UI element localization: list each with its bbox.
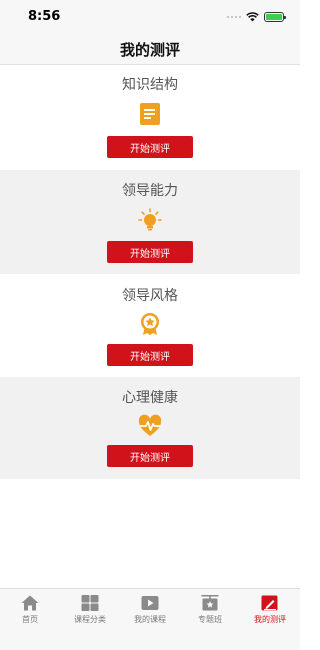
wifi-icon [246,12,259,22]
start-evaluation-button-leadership-style[interactable]: 开始测评 [107,344,193,366]
section-title: 心理健康 [122,390,178,406]
status-icons [227,11,286,23]
section-leadership-ability: 领导能力 开始测评 [0,170,300,274]
page-title: 我的测评 [119,41,180,59]
tab-my-courses[interactable]: 我的课程 [120,595,180,625]
tab-my-evaluation[interactable]: 我的测评 [240,595,300,625]
tab-label: 首页 [22,615,38,624]
signal-icon [227,16,241,18]
tab-home[interactable]: 首页 [0,595,60,625]
section-leadership-style: 领导风格 开始测评 [0,274,300,377]
battery-icon [264,12,286,22]
navigation-bar: 我的测评 [0,34,300,65]
section-title: 知识结构 [122,77,178,93]
badge-star-icon [141,313,159,335]
tab-label: 我的课程 [134,615,166,624]
section-knowledge-structure: 知识结构 开始测评 [0,65,300,170]
start-evaluation-button-leadership-ability[interactable]: 开始测评 [107,241,193,263]
tab-course-categories[interactable]: 课程分类 [60,595,120,625]
section-title: 领导风格 [122,288,178,304]
tab-label: 课程分类 [74,615,106,624]
start-evaluation-button-knowledge[interactable]: 开始测评 [107,136,193,158]
board-star-icon [201,595,219,611]
grid-icon [81,595,99,611]
tab-special-class[interactable]: 专题班 [180,595,240,625]
heart-pulse-icon [138,414,162,436]
evaluation-icon [261,595,278,611]
home-icon [21,595,39,611]
tab-bar: 首页 课程分类 我的课程 专题班 我的测评 [0,588,300,650]
tab-label: 专题班 [198,615,222,624]
start-evaluation-button-mental-health[interactable]: 开始测评 [107,445,193,467]
status-time: 8:56 [28,9,61,24]
section-mental-health: 心理健康 开始测评 [0,377,300,479]
status-bar: 8:56 [0,0,300,34]
lightbulb-icon [138,208,162,231]
tab-label: 我的测评 [254,615,286,624]
play-icon [141,596,159,610]
section-title: 领导能力 [122,183,178,199]
document-icon [140,103,160,125]
